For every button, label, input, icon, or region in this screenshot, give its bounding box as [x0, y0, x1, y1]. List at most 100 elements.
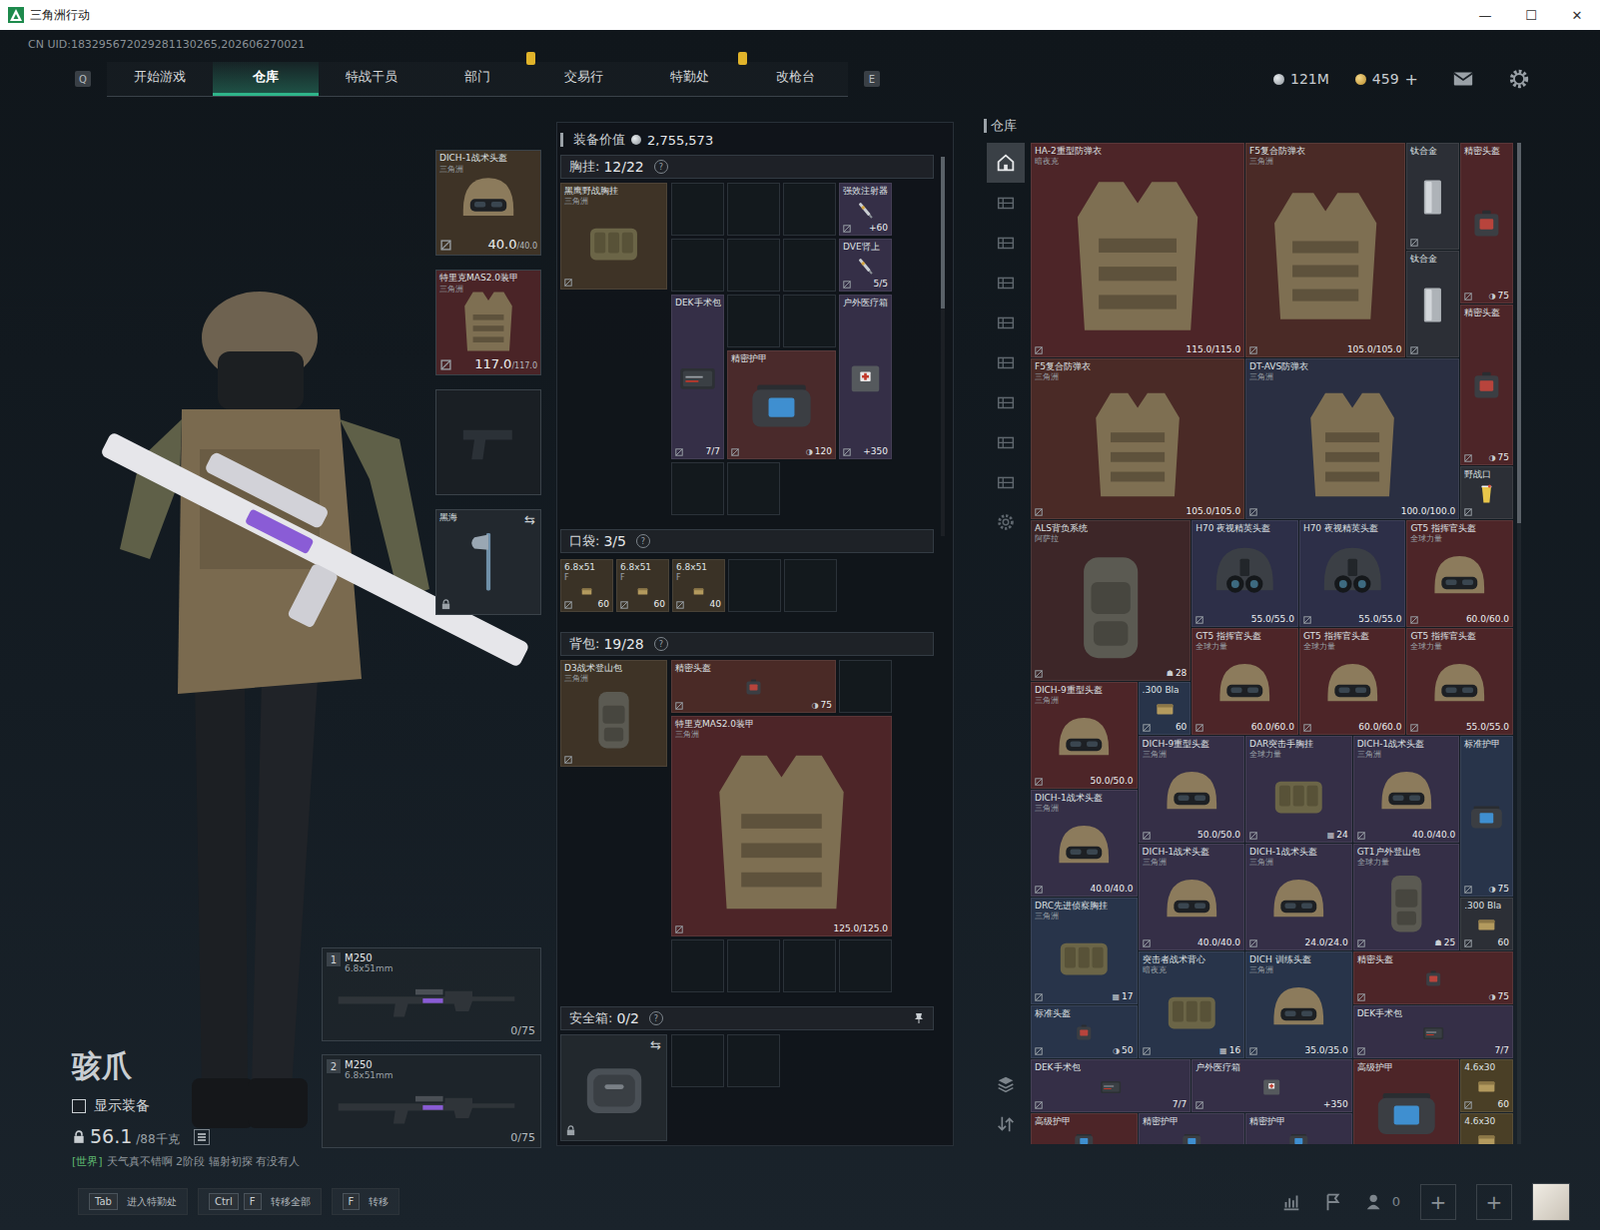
item-tile[interactable]: GT5 指挥官头盔全球力量60.0/60.0: [1191, 628, 1299, 736]
empty-slot[interactable]: [728, 559, 782, 613]
pin-icon[interactable]: [912, 1012, 925, 1025]
main-tab[interactable]: 改枪台: [742, 61, 848, 96]
item-tile[interactable]: DICH-9重型头盔三角洲50.0/50.0: [1030, 682, 1138, 790]
item-tile[interactable]: 精密头盔◑75: [671, 660, 836, 714]
empty-slot[interactable]: [783, 294, 836, 348]
item-tile[interactable]: D3战术登山包三角洲: [560, 660, 668, 768]
item-tile[interactable]: .300 Bla60: [1460, 897, 1514, 951]
invite-slot[interactable]: +: [1476, 1184, 1513, 1221]
flag-icon[interactable]: [1322, 1191, 1345, 1214]
empty-slot[interactable]: [727, 182, 781, 236]
item-tile[interactable]: GT5 指挥官头盔全球力量60.0/60.0: [1406, 520, 1514, 628]
item-tile[interactable]: DICH-1战术头盔三角洲40.0/40.0: [1138, 843, 1246, 951]
invite-slot[interactable]: +: [1420, 1184, 1457, 1221]
item-tile[interactable]: H70 夜视精英头盔55.0/55.0: [1299, 520, 1407, 628]
chat-line[interactable]: [世界]天气真不错啊 2阶段 辐射初探 有没有人: [0, 1148, 545, 1174]
gear-slot[interactable]: 黑海⇆: [435, 509, 542, 616]
main-tab[interactable]: 特勤处: [636, 61, 743, 96]
item-tile[interactable]: DT-AVS防弹衣三角洲100.0/100.0: [1245, 358, 1460, 520]
main-tab[interactable]: 仓库: [212, 61, 319, 96]
warehouse-tab[interactable]: [986, 142, 1025, 183]
window-control-button[interactable]: ☐: [1508, 7, 1555, 23]
item-tile[interactable]: 特里克MAS2.0装甲三角洲125.0/125.0: [671, 716, 892, 937]
item-tile[interactable]: 精密护甲: [1138, 1113, 1246, 1145]
gear-slot[interactable]: DICH-1战术头盔三角洲40.0/40.0: [435, 149, 542, 256]
item-tile[interactable]: F5复合防弹衣三角洲105.0/105.0: [1030, 358, 1245, 520]
item-tile[interactable]: 突击者战术背心暗夜克▦16: [1138, 951, 1246, 1059]
empty-slot[interactable]: [727, 939, 781, 993]
warehouse-tab[interactable]: [986, 182, 1025, 223]
empty-slot[interactable]: [671, 182, 725, 236]
item-tile[interactable]: 标准头盔◑50: [1030, 1005, 1138, 1059]
item-tile[interactable]: 精密头盔◑75: [1460, 304, 1514, 466]
warehouse-scrollbar[interactable]: [1517, 142, 1522, 1145]
help-button[interactable]: ?: [654, 159, 669, 174]
main-tab[interactable]: 特战干员: [318, 61, 425, 96]
weapon-slot[interactable]: 2M2506.8x51mm0/75: [321, 1054, 542, 1149]
key-hint[interactable]: F转移: [331, 1188, 401, 1216]
item-tile[interactable]: ALS背负系统阿萨拉☗28: [1030, 520, 1191, 682]
item-tile[interactable]: 精密头盔◑75: [1353, 951, 1514, 1005]
item-tile[interactable]: 精密护甲: [1245, 1113, 1353, 1145]
gear-slot[interactable]: [435, 389, 542, 496]
item-tile[interactable]: 6.8x51F60: [616, 559, 670, 613]
friends-button[interactable]: 0: [1364, 1191, 1401, 1214]
item-tile[interactable]: DICH-1战术头盔三角洲40.0/40.0: [1030, 790, 1138, 897]
item-tile[interactable]: F5复合防弹衣三角洲105.0/105.0: [1245, 142, 1406, 358]
warehouse-tool[interactable]: [986, 1064, 1025, 1105]
item-tile[interactable]: 户外医疗箱+350: [1191, 1059, 1352, 1113]
item-tile[interactable]: 6.8x51F40: [672, 559, 726, 613]
item-tile[interactable]: 钛合金: [1406, 250, 1460, 358]
empty-slot[interactable]: [671, 1034, 725, 1088]
player-avatar[interactable]: [1532, 1183, 1571, 1222]
safe-box[interactable]: ⇆: [560, 1034, 668, 1142]
item-tile[interactable]: DAR突击手胸挂全球力量▦24: [1245, 736, 1353, 843]
empty-slot[interactable]: [783, 182, 836, 236]
prev-tab-key[interactable]: Q: [74, 70, 91, 87]
item-tile[interactable]: 标准护甲◑75: [1460, 736, 1514, 897]
item-tile[interactable]: 野战口: [1460, 466, 1514, 520]
item-tile[interactable]: 黑鹰野战胸挂三角洲: [560, 182, 668, 290]
empty-slot[interactable]: [727, 462, 781, 516]
key-hint[interactable]: Tab进入特勤处: [77, 1188, 188, 1216]
item-tile[interactable]: DICH-1战术头盔三角洲40.0/40.0: [1353, 736, 1461, 843]
item-tile[interactable]: DEK手术包7/7: [671, 294, 725, 460]
item-tile[interactable]: DICH 训练头盔三角洲35.0/35.0: [1245, 951, 1353, 1059]
empty-slot[interactable]: [838, 939, 892, 993]
item-tile[interactable]: H70 夜视精英头盔55.0/55.0: [1191, 520, 1299, 628]
help-button[interactable]: ?: [649, 1011, 664, 1026]
item-tile[interactable]: 精密头盔◑75: [1460, 142, 1514, 304]
item-tile[interactable]: 户外医疗箱+350: [838, 294, 892, 460]
show-gear-checkbox[interactable]: 显示装备: [71, 1097, 312, 1116]
main-tab[interactable]: 开始游戏: [106, 61, 213, 96]
list-icon[interactable]: [193, 1129, 210, 1146]
item-tile[interactable]: 4.6x30: [1460, 1113, 1514, 1145]
item-tile[interactable]: DEK手术包7/7: [1030, 1059, 1191, 1113]
help-button[interactable]: ?: [654, 637, 669, 652]
empty-slot[interactable]: [783, 238, 836, 292]
empty-slot[interactable]: [783, 939, 836, 993]
help-button[interactable]: ?: [636, 534, 651, 549]
item-tile[interactable]: 4.6x3060: [1460, 1059, 1514, 1113]
swap-button[interactable]: ⇆: [650, 1037, 662, 1053]
main-tab[interactable]: 交易行: [530, 61, 637, 96]
empty-slot[interactable]: [784, 559, 837, 613]
item-tile[interactable]: DRC先进侦察胸挂三角洲▦17: [1030, 897, 1138, 1005]
main-tab[interactable]: 部门: [424, 61, 531, 96]
add-currency-button[interactable]: +: [1405, 69, 1419, 89]
item-tile[interactable]: 钛合金: [1406, 142, 1460, 250]
item-tile[interactable]: 高级护甲: [1353, 1059, 1461, 1145]
empty-slot[interactable]: [838, 660, 892, 714]
settings-gear-icon[interactable]: [1508, 67, 1531, 90]
item-tile[interactable]: GT5 指挥官头盔全球力量60.0/60.0: [1299, 628, 1407, 736]
item-tile[interactable]: GT1户外登山包全球力量☗25: [1353, 843, 1461, 951]
item-tile[interactable]: GT5 指挥官头盔全球力量55.0/55.0: [1406, 628, 1514, 736]
window-control-button[interactable]: —: [1462, 7, 1509, 23]
item-tile[interactable]: 精密护甲◑120: [727, 350, 836, 460]
warehouse-tab[interactable]: [986, 342, 1025, 383]
warehouse-tab[interactable]: [986, 382, 1025, 423]
empty-slot[interactable]: [671, 462, 725, 516]
warehouse-tab[interactable]: [986, 462, 1025, 503]
item-tile[interactable]: DEK手术包7/7: [1353, 1005, 1514, 1059]
loadout-scrollbar[interactable]: [940, 156, 945, 537]
